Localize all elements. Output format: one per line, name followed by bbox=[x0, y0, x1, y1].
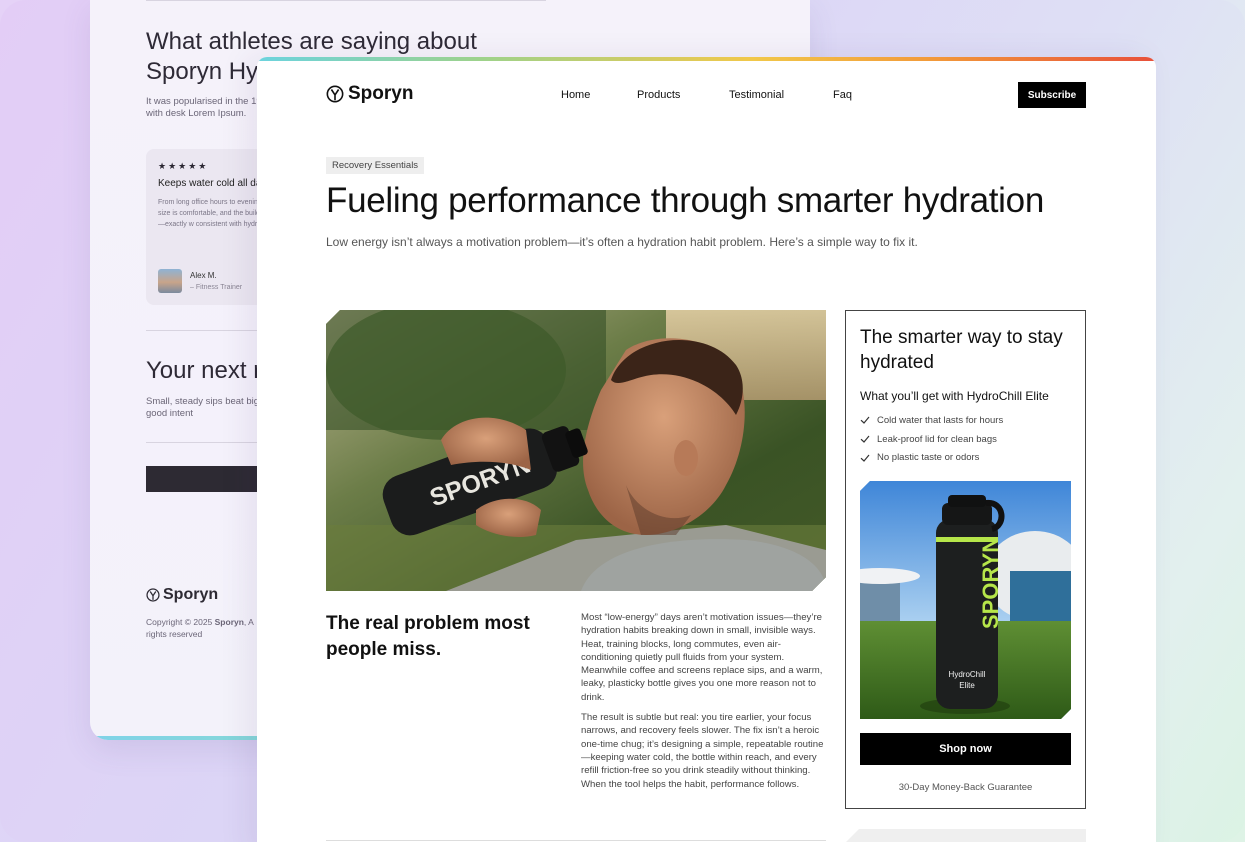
sporyn-logo-icon bbox=[146, 588, 160, 602]
reviewer: Alex M. – Fitness Trainer bbox=[158, 269, 242, 293]
landing-page: Sporyn Home Products Testimonial Faq Sub… bbox=[257, 57, 1156, 842]
navbar: Sporyn Home Products Testimonial Faq Sub… bbox=[326, 82, 1086, 108]
product-line-2: Elite bbox=[959, 681, 975, 690]
list-item: No plastic taste or odors bbox=[860, 448, 1071, 467]
background-frame: What athletes are saying about Sporyn Hy… bbox=[0, 0, 1245, 842]
check-icon bbox=[860, 416, 870, 425]
guarantee-text: 30-Day Money-Back Guarantee bbox=[898, 782, 1033, 793]
benefit-list: Cold water that lasts for hours Leak-pro… bbox=[860, 411, 1071, 467]
page-title: Fueling performance through smarter hydr… bbox=[326, 181, 1044, 220]
benefit-text: Leak-proof lid for clean bags bbox=[877, 433, 997, 445]
benefit-text: Cold water that lasts for hours bbox=[877, 414, 1004, 426]
page-subtitle: Low energy isn’t always a motivation pro… bbox=[326, 235, 918, 249]
product-image: SPORYN HydroChill Elite bbox=[860, 481, 1071, 719]
footer-logo-text: Sporyn bbox=[163, 586, 219, 603]
accent-bar bbox=[257, 57, 1156, 61]
card-title: The smarter way to stay hydrated bbox=[860, 327, 1063, 373]
footer-logo[interactable]: Sporyn bbox=[146, 586, 218, 604]
nav-home[interactable]: Home bbox=[561, 89, 590, 101]
nav-products[interactable]: Products bbox=[637, 89, 680, 101]
reviewer-role: – Fitness Trainer bbox=[190, 284, 243, 291]
check-icon bbox=[860, 435, 870, 443]
list-item: Cold water that lasts for hours bbox=[860, 411, 1071, 430]
category-tag: Recovery Essentials bbox=[326, 157, 425, 174]
product-card: The smarter way to stay hydrated What yo… bbox=[845, 310, 1086, 809]
copyright: Copyright © 2025 Sporyn, A rights reserv… bbox=[146, 616, 266, 640]
avatar bbox=[158, 269, 182, 293]
check-icon bbox=[860, 454, 870, 462]
section-title: The real problem most people miss. bbox=[326, 613, 530, 660]
product-brand: SPORYN bbox=[978, 537, 1003, 629]
shop-now-button[interactable]: Shop now bbox=[860, 733, 1071, 765]
sporyn-logo-icon bbox=[326, 85, 344, 103]
hero-image: SPORYN bbox=[326, 310, 826, 591]
product-line-1: HydroChill bbox=[949, 670, 986, 679]
paragraph: The result is subtle but real: you tire … bbox=[581, 712, 824, 790]
subscribe-button[interactable]: Subscribe bbox=[1018, 82, 1086, 108]
reviewer-name: Alex M. bbox=[190, 271, 217, 280]
section-body: Most “low-energy” days aren’t motivation… bbox=[581, 611, 827, 791]
nav-faq[interactable]: Faq bbox=[833, 89, 852, 101]
brand-logo-text: Sporyn bbox=[348, 83, 414, 104]
list-item: Leak-proof lid for clean bags bbox=[860, 430, 1071, 449]
copyright-brand: Sporyn bbox=[214, 617, 244, 627]
nav-testimonial[interactable]: Testimonial bbox=[729, 89, 784, 101]
divider bbox=[326, 840, 826, 841]
next-card-preview bbox=[845, 829, 1086, 842]
divider bbox=[146, 0, 546, 1]
brand-logo[interactable]: Sporyn bbox=[326, 83, 413, 105]
copyright-prefix: Copyright © 2025 bbox=[146, 617, 215, 627]
paragraph: Most “low-energy” days aren’t motivation… bbox=[581, 612, 823, 703]
card-subtitle: What you’ll get with HydroChill Elite bbox=[860, 389, 1049, 403]
benefit-text: No plastic taste or odors bbox=[877, 452, 980, 464]
